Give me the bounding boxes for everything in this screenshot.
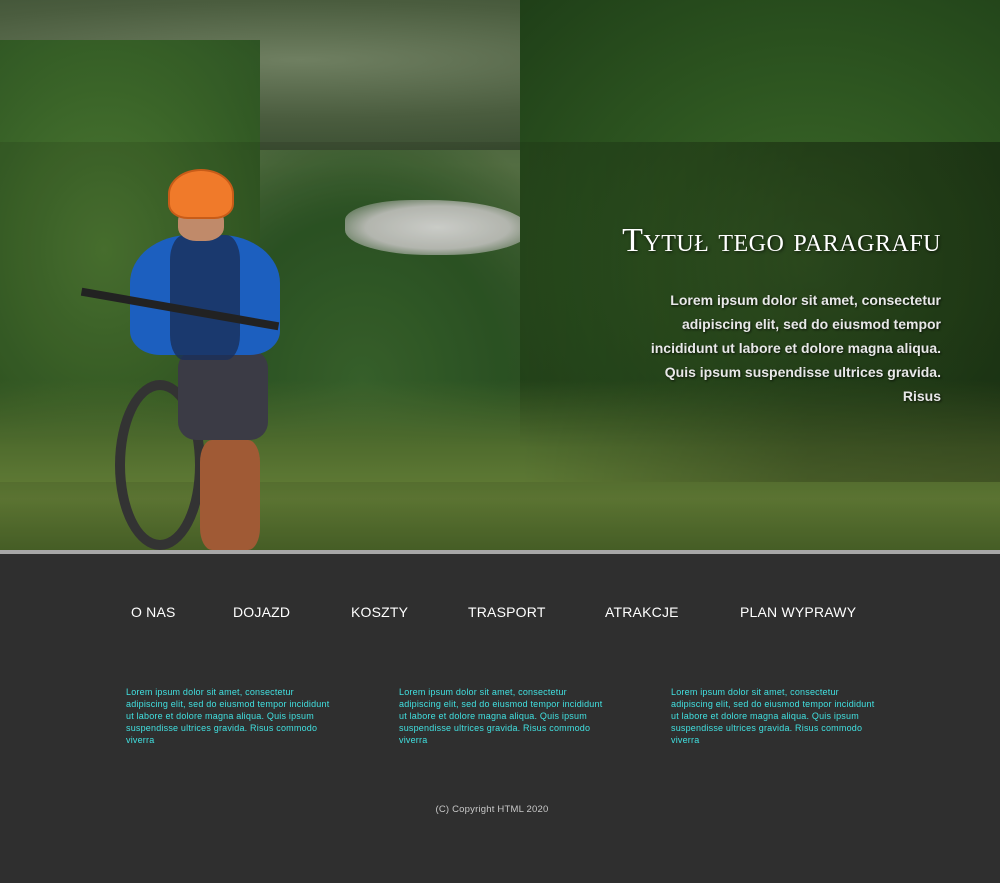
- cyclist-backpack: [170, 235, 240, 360]
- nav-item-atrakcje[interactable]: ATRAKCJE: [605, 604, 679, 620]
- info-column-2: Lorem ipsum dolor sit amet, consectetur …: [399, 687, 603, 745]
- cyclist-image: [60, 165, 300, 550]
- cyclist-helmet: [168, 169, 234, 219]
- cyclist-legs: [200, 440, 260, 550]
- copyright-text: (C) Copyright HTML 2020: [435, 804, 549, 815]
- hero-title: Tytuł tego paragrafu: [622, 222, 941, 259]
- nav-item-trasport[interactable]: TRASPORT: [468, 604, 546, 620]
- main-navigation: O NAS DOJAZD KOSZTY TRASPORT ATRAKCJE PL…: [0, 600, 1000, 630]
- info-column-3: Lorem ipsum dolor sit amet, consectetur …: [671, 687, 875, 745]
- cyclist-shorts: [178, 350, 268, 440]
- section-divider: [0, 550, 1000, 554]
- info-column-1: Lorem ipsum dolor sit amet, consectetur …: [126, 687, 330, 745]
- nav-item-o-nas[interactable]: O NAS: [131, 604, 176, 620]
- hero-paragraph: Lorem ipsum dolor sit amet, consectetur …: [650, 292, 941, 404]
- nav-item-plan-wyprawy[interactable]: PLAN WYPRAWY: [740, 604, 856, 620]
- nav-item-koszty[interactable]: KOSZTY: [351, 604, 408, 620]
- nav-item-dojazd[interactable]: DOJAZD: [233, 604, 290, 620]
- hero-banner: Tytuł tego paragrafu Lorem ipsum dolor s…: [0, 0, 1000, 550]
